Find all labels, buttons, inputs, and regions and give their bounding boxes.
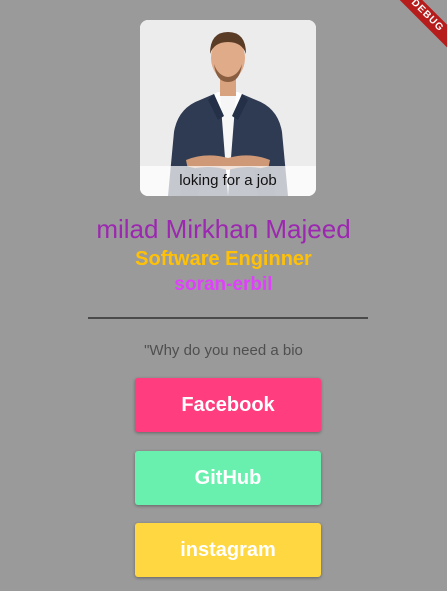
debug-banner-label: DEBUG [387, 0, 447, 58]
profile-photo-card: loking for a job [140, 20, 316, 196]
facebook-button[interactable]: Facebook [135, 378, 321, 432]
profile-location: soran-erbil [174, 274, 273, 295]
section-divider [88, 317, 368, 319]
instagram-button[interactable]: instagram [135, 523, 321, 577]
profile-photo-caption: loking for a job [140, 166, 316, 196]
profile-bio: "Why do you need a bio [144, 342, 303, 359]
debug-banner: DEBUG [387, 0, 447, 60]
github-button[interactable]: GitHub [135, 451, 321, 505]
app-screen: DEBUG loking for a job milad Mirkhan Maj… [0, 0, 447, 591]
profile-title: Software Enginner [135, 248, 312, 270]
profile-name: milad Mirkhan Majeed [96, 214, 351, 244]
